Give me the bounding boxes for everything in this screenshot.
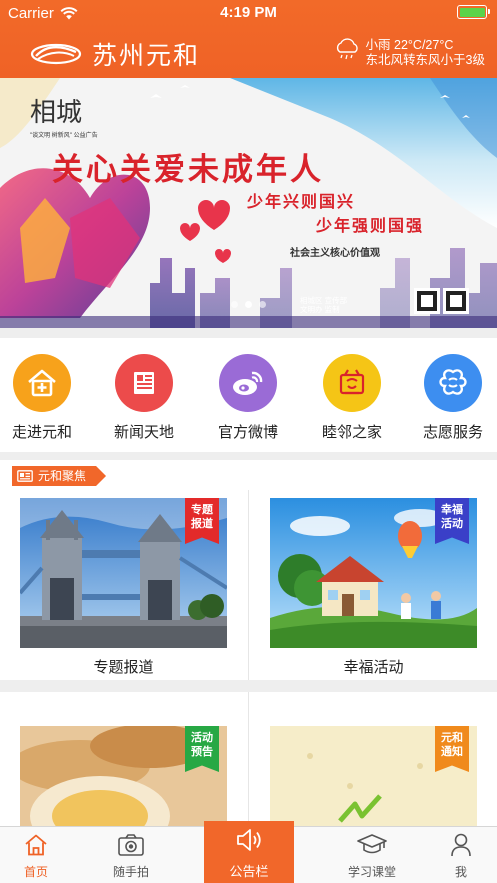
tab-snapshot[interactable]: 随手拍 — [86, 827, 176, 883]
card-image: 活动 预告 — [20, 726, 227, 826]
home-plus-icon — [28, 369, 56, 397]
card-image: 专题 报道 — [20, 498, 227, 648]
card-special-report[interactable]: 专题 报道 专题报道 — [20, 498, 227, 677]
banner-carousel[interactable]: 相城 "谈文明 树新风" 公益广告 关心关爱未成年人 少年兴则国兴 少年强则国强… — [0, 78, 497, 328]
banner-subline-1: 少年兴则国兴 — [247, 192, 356, 211]
weather-widget[interactable]: 小雨 22°C/27°C 东北风转东风小于3级 — [334, 38, 485, 68]
banner-logo: 相城 "谈文明 树新风" 公益广告 — [30, 92, 98, 139]
app-screen: Carrier 4:19 PM 苏州元和 小雨 22°C/27°C 东北风转东风… — [0, 0, 497, 883]
tab-learning[interactable]: 学习课堂 — [327, 827, 417, 883]
weather-wind: 东北风转东风小于3级 — [365, 53, 485, 67]
tab-label: 首页 — [23, 865, 48, 879]
card-notice[interactable]: 元和 通知 — [270, 726, 477, 826]
section-tag: 元和聚焦 — [12, 466, 106, 486]
quick-icon-bg — [115, 354, 173, 412]
volunteer-icon — [439, 369, 467, 395]
section-header: 元和聚焦 — [0, 460, 497, 490]
card-image: 元和 通知 — [270, 726, 477, 826]
user-icon — [451, 833, 471, 857]
header: Carrier 4:19 PM 苏州元和 小雨 22°C/27°C 东北风转东风… — [0, 0, 497, 78]
tab-me[interactable]: 我 — [416, 827, 497, 883]
banner-logo-slogan: "谈文明 树新风" 公益广告 — [30, 133, 98, 139]
carousel-dot[interactable] — [245, 301, 252, 308]
weibo-icon — [233, 371, 263, 395]
quick-label: 新闻天地 — [113, 424, 174, 441]
card-image: 幸福 活动 — [270, 498, 477, 648]
quick-icon-bg — [424, 354, 482, 412]
quick-label: 官方微博 — [217, 424, 278, 441]
card-ribbon: 幸福 活动 — [435, 498, 469, 544]
weather-temp: 小雨 22°C/27°C — [365, 38, 454, 52]
quick-item-weibo[interactable]: 官方微博 — [203, 354, 293, 442]
app-logo: 苏州元和 — [30, 36, 200, 72]
tab-bar: 首页 随手拍 公告栏 学习课堂 我 — [0, 821, 497, 883]
quick-menu: 走进元和 新闻天地 官方微博 睦邻之家 志愿服务 — [0, 338, 497, 452]
quick-label: 志愿服务 — [422, 424, 483, 441]
app-title: 苏州元和 — [92, 41, 201, 70]
newspaper-icon — [134, 372, 154, 394]
card-happy-activities[interactable]: 幸福 活动 幸福活动 — [270, 498, 477, 677]
tab-label: 我 — [454, 865, 467, 879]
banner-logo-text: 相城 — [30, 98, 83, 128]
tab-label: 公告栏 — [229, 864, 269, 879]
banner-headline: 关心关爱未成年人 — [52, 152, 324, 188]
carousel-dot[interactable] — [231, 301, 238, 308]
home-icon — [25, 834, 47, 856]
tab-bulletin[interactable]: 公告栏 — [204, 821, 294, 883]
card-activity-preview[interactable]: 活动 预告 — [20, 726, 227, 826]
card-title: 幸福活动 — [343, 659, 404, 676]
card-ribbon: 专题 报道 — [185, 498, 219, 544]
tab-label: 随手拍 — [112, 865, 149, 879]
quick-icon-bg — [219, 354, 277, 412]
focus-cards-row: 活动 预告 元和 通知 — [0, 692, 497, 826]
divider — [248, 490, 249, 680]
neighbor-house-icon — [339, 369, 365, 395]
divider — [248, 692, 249, 826]
battery-icon — [457, 5, 490, 19]
status-bar: Carrier 4:19 PM — [0, 0, 497, 26]
camera-icon — [118, 834, 144, 856]
quick-icon-bg — [323, 354, 381, 412]
carousel-indicators — [0, 301, 497, 308]
carousel-dot[interactable] — [259, 301, 266, 308]
focus-cards-row: 专题 报道 专题报道 幸福 活动 幸福活动 — [0, 490, 497, 680]
quick-item-news[interactable]: 新闻天地 — [99, 354, 189, 442]
card-ribbon: 活动 预告 — [185, 726, 219, 772]
tab-home[interactable]: 首页 — [0, 827, 81, 883]
quick-label: 走进元和 — [11, 424, 72, 441]
section-title: 元和聚焦 — [38, 469, 87, 483]
tab-label: 学习课堂 — [347, 865, 396, 879]
quick-icon-bg — [13, 354, 71, 412]
brand-logo-icon — [30, 43, 82, 65]
card-ribbon: 元和 通知 — [435, 726, 469, 772]
quick-label: 睦邻之家 — [321, 424, 382, 441]
quick-item-neighbor[interactable]: 睦邻之家 — [307, 354, 397, 442]
card-title: 专题报道 — [93, 659, 154, 676]
speaker-icon — [237, 829, 261, 851]
quick-item-volunteer[interactable]: 志愿服务 — [408, 354, 497, 442]
clock: 4:19 PM — [220, 4, 277, 21]
rain-cloud-icon — [336, 38, 358, 60]
graduation-cap-icon — [357, 834, 387, 854]
news-card-icon — [17, 470, 33, 482]
quick-item-intro[interactable]: 走进元和 — [0, 354, 87, 442]
banner-values-title: 社会主义核心价值观 — [290, 248, 380, 259]
banner-subline-2: 少年强则国强 — [316, 216, 425, 235]
